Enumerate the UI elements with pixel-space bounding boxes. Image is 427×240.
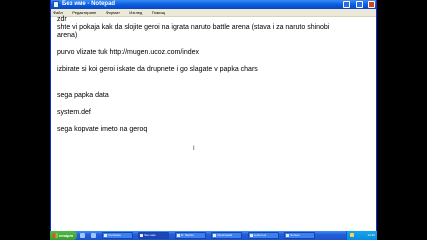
menu-view[interactable]: Изглед	[127, 9, 145, 16]
clock[interactable]: 12:20	[367, 231, 375, 240]
notepad-window: Без име - Notepad Файл Редактиране Форма…	[50, 0, 377, 231]
tray-icon[interactable]	[350, 233, 354, 237]
menu-help[interactable]: Помощ	[150, 9, 168, 16]
maximize-icon[interactable]	[355, 1, 363, 8]
taskbar-item-label: Camtasia	[108, 233, 121, 237]
text-line: sega kopvate imeto na geroq	[57, 126, 148, 133]
taskbar-item[interactable]: D: Naruto	[174, 232, 206, 239]
text-line: purvo vlizate tuk http://mugen.ucoz.com/…	[57, 49, 200, 56]
quick-launch-icon[interactable]	[91, 233, 97, 238]
text-editor[interactable]: zdr shte vi pokaja kak da slojite geroi …	[51, 16, 376, 231]
taskbar: старт Camtasia Без име D: Naruto Downloa…	[50, 231, 377, 240]
text-line: izbirate si koi geroi iskate da drupnete…	[57, 66, 258, 73]
title-bar[interactable]: Без име - Notepad	[51, 0, 376, 9]
taskbar-item[interactable]: system.d	[247, 232, 279, 239]
windows-logo-icon	[53, 233, 58, 238]
close-icon[interactable]	[368, 1, 375, 8]
app-icon	[104, 234, 107, 237]
app-icon	[140, 234, 144, 237]
taskbar-item[interactable]: Downloads	[211, 232, 243, 239]
taskbar-item[interactable]: Без име	[138, 232, 170, 239]
text-line: zdr	[57, 16, 67, 23]
system-tray: 12:20	[346, 231, 377, 240]
task-list: Camtasia Без име D: Naruto Downloads sys…	[102, 232, 316, 239]
app-icon	[286, 234, 290, 237]
desktop: Без име - Notepad Файл Редактиране Форма…	[0, 0, 427, 240]
menu-file[interactable]: Файл	[51, 9, 66, 16]
taskbar-item-label: system.d	[253, 233, 266, 237]
menu-format[interactable]: Формат	[104, 9, 123, 16]
taskbar-item[interactable]: Camtasia	[102, 232, 133, 239]
taskbar-item-label: Screen	[290, 233, 300, 237]
text-line: shte vi pokaja kak da slojite geroi na i…	[57, 24, 330, 31]
window-controls	[342, 1, 375, 8]
minimize-icon[interactable]	[343, 1, 351, 8]
app-icon	[249, 234, 253, 237]
app-icon	[176, 234, 180, 237]
window-title: Без име - Notepad	[62, 1, 116, 7]
i-beam-cursor-icon: I	[193, 146, 195, 152]
start-button[interactable]: старт	[50, 231, 77, 240]
text-line: arena)	[57, 32, 78, 39]
menu-bar: Файл Редактиране Формат Изглед Помощ	[51, 9, 376, 17]
start-label: старт	[59, 233, 74, 238]
taskbar-item-label: D: Naruto	[180, 233, 194, 237]
app-icon	[213, 234, 217, 237]
quick-launch-icon[interactable]	[80, 233, 85, 238]
taskbar-item[interactable]: Screen	[284, 232, 316, 239]
taskbar-item-label: Downloads	[217, 233, 233, 237]
menu-edit[interactable]: Редактиране	[70, 9, 99, 16]
quick-launch	[80, 233, 98, 238]
text-line: sega papka data	[57, 92, 109, 99]
text-line: system.def	[57, 109, 91, 116]
notepad-icon	[53, 1, 59, 8]
taskbar-item-label: Без име	[144, 233, 156, 237]
